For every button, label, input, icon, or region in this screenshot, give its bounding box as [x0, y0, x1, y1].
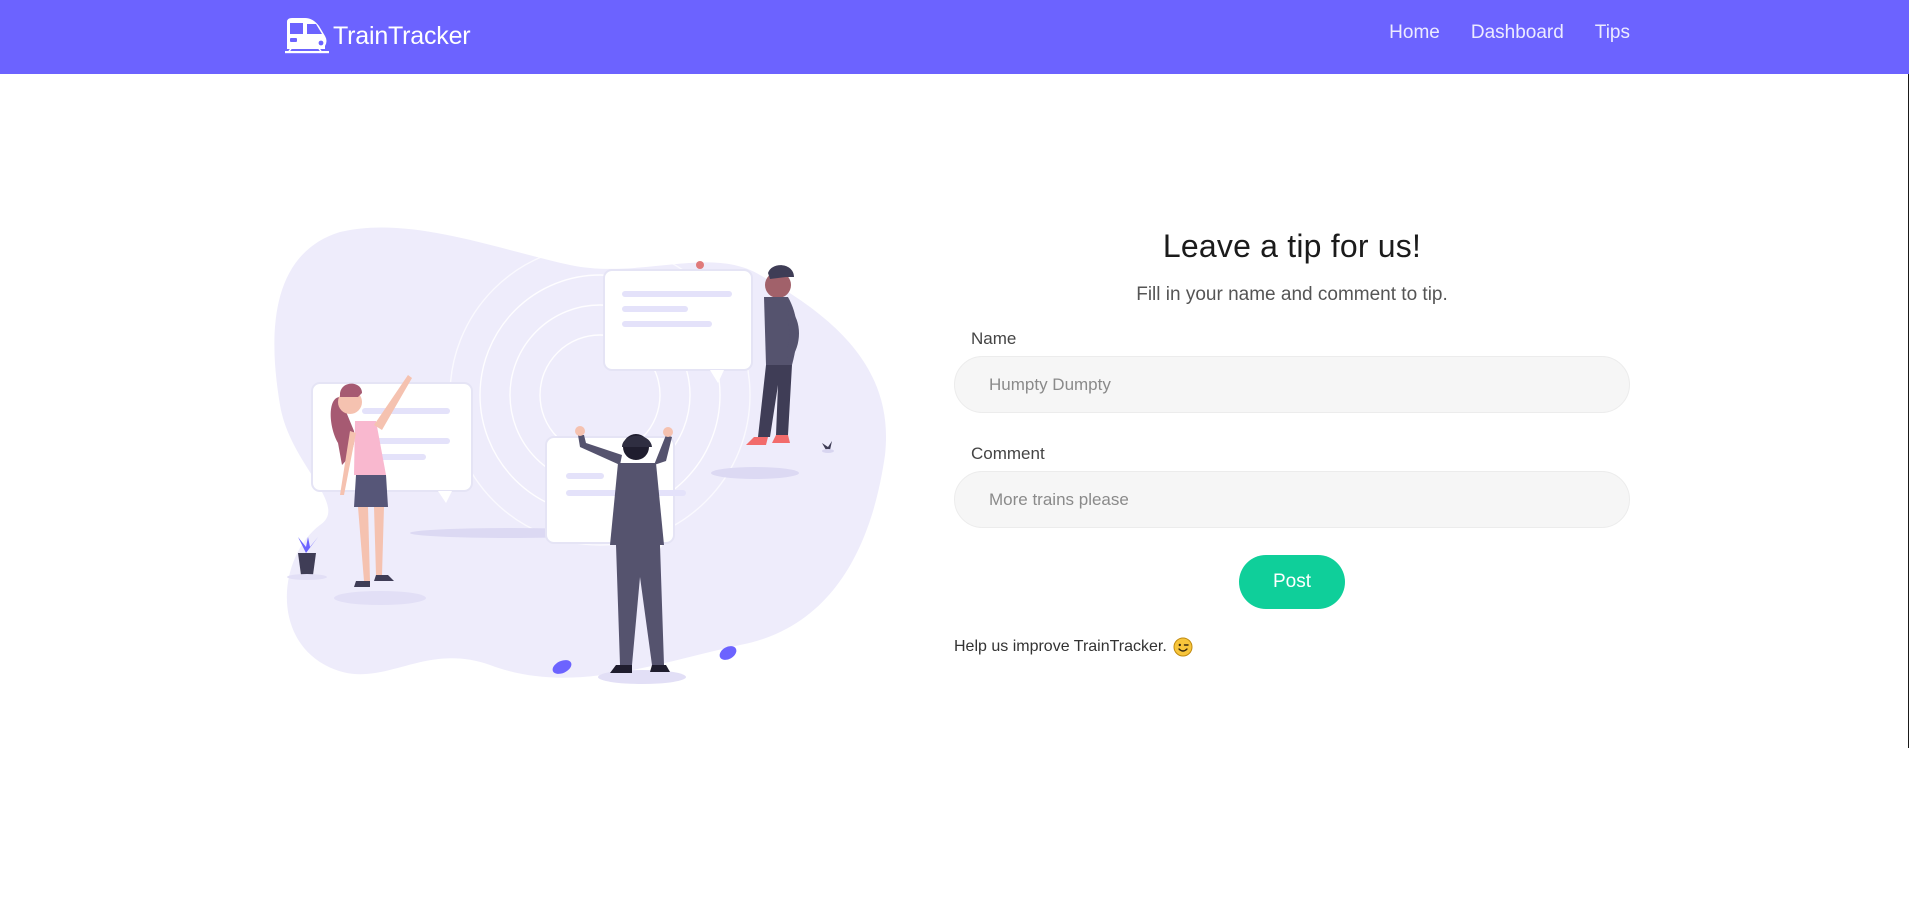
comment-label: Comment	[971, 444, 1045, 463]
name-label: Name	[971, 329, 1017, 348]
help-text-row: Help us improve TrainTracker.	[954, 637, 1630, 657]
comment-input[interactable]	[954, 471, 1630, 528]
winking-face-icon	[1173, 637, 1193, 657]
navbar: TrainTracker Home Dashboard Tips	[0, 0, 1909, 74]
form-title: Leave a tip for us!	[1162, 228, 1422, 264]
name-input[interactable]	[954, 356, 1630, 413]
post-row: Post	[954, 555, 1630, 609]
form-subtitle: Fill in your name and comment to tip.	[1136, 284, 1448, 305]
post-button[interactable]: Post	[1239, 555, 1345, 609]
brand-name: TrainTracker	[333, 21, 471, 50]
brand-link[interactable]: TrainTracker	[281, 14, 471, 58]
train-icon	[285, 18, 329, 54]
help-text: Help us improve TrainTracker.	[954, 638, 1167, 655]
nav-link-tips[interactable]: Tips	[1595, 22, 1630, 44]
people-posting-notes-illustration	[274, 227, 887, 684]
nav-link-dashboard[interactable]: Dashboard	[1471, 22, 1564, 44]
nav-link-home[interactable]: Home	[1389, 22, 1440, 44]
tip-form: Leave a tip for us! Fill in your name an…	[954, 228, 1630, 657]
nav-links: Home Dashboard Tips	[1389, 22, 1630, 44]
